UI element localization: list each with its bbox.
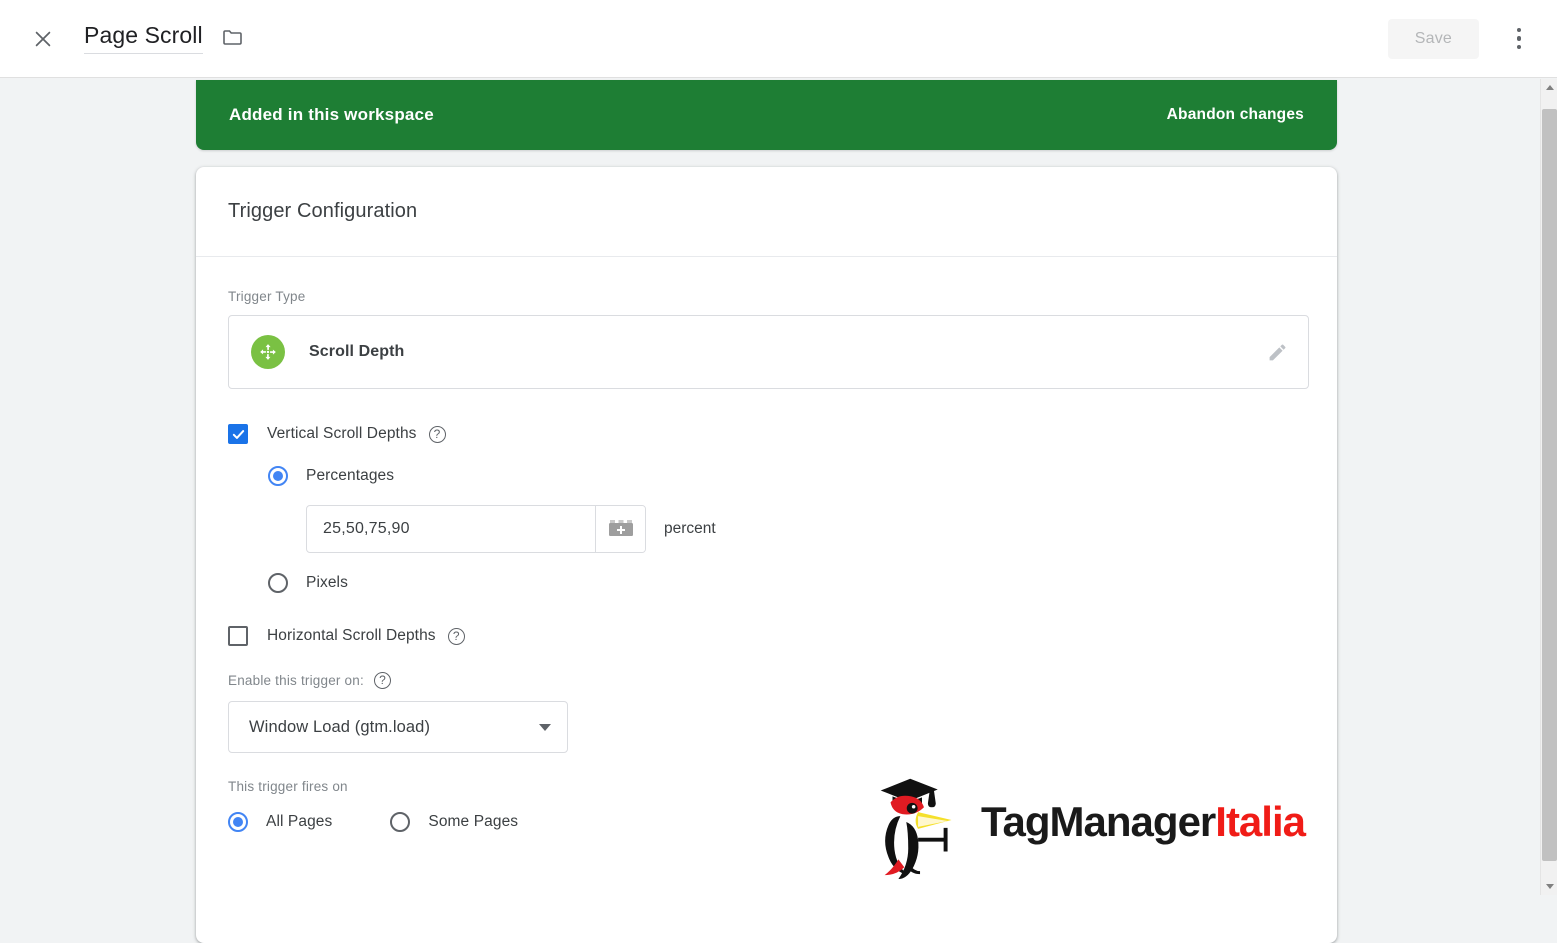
logo-text-red: Italia	[1215, 798, 1306, 845]
logo-text-black: TagManager	[981, 798, 1216, 845]
percentages-label: Percentages	[306, 467, 395, 484]
percentages-radio[interactable]	[268, 466, 288, 486]
card-body: Trigger Type Scroll Depth Vertical Scrol…	[196, 257, 1337, 943]
enable-trigger-on-value: Window Load (gtm.load)	[249, 717, 431, 736]
title-area: Page Scroll	[84, 22, 245, 55]
logo-wordmark: TagManagerItalia	[981, 798, 1306, 845]
percentages-input[interactable]	[307, 506, 595, 552]
enable-trigger-on-row: Enable this trigger on: ?	[228, 672, 1305, 689]
percentages-value-row: percent	[306, 505, 1305, 553]
enable-trigger-on-select[interactable]: Window Load (gtm.load)	[228, 701, 568, 753]
help-icon[interactable]: ?	[428, 425, 446, 443]
workspace-banner: Added in this workspace Abandon changes	[196, 80, 1337, 150]
abandon-changes-link[interactable]: Abandon changes	[1167, 106, 1304, 124]
trigger-configuration-card: Trigger Configuration Trigger Type Scrol…	[196, 167, 1337, 943]
banner-message: Added in this workspace	[229, 105, 434, 124]
scroll-up-arrow-icon[interactable]	[1541, 79, 1557, 96]
horizontal-scroll-depths-checkbox[interactable]	[228, 626, 248, 646]
folder-icon[interactable]	[221, 25, 245, 49]
scroll-content: Added in this workspace Abandon changes …	[0, 79, 1540, 943]
topbar-actions: Save	[1387, 18, 1557, 59]
all-pages-radio[interactable]	[228, 812, 248, 832]
more-vert-icon[interactable]	[1501, 21, 1537, 57]
chevron-down-icon	[539, 723, 551, 731]
help-icon[interactable]: ?	[447, 627, 465, 645]
insert-variable-icon[interactable]	[595, 506, 645, 552]
all-pages-radio-row[interactable]: All Pages	[228, 812, 332, 832]
trigger-type-value: Scroll Depth	[309, 343, 405, 360]
percent-unit-label: percent	[664, 520, 716, 537]
some-pages-radio-row[interactable]: Some Pages	[390, 812, 518, 832]
pixels-label: Pixels	[306, 574, 348, 591]
woodpecker-graduate-icon	[880, 778, 952, 880]
close-icon[interactable]	[26, 22, 60, 56]
card-header: Trigger Configuration	[196, 167, 1337, 257]
pencil-icon[interactable]	[1266, 340, 1290, 364]
vertical-scroll-depths-checkbox[interactable]	[228, 424, 248, 444]
horizontal-scroll-depths-label: Horizontal Scroll Depths	[267, 627, 436, 644]
enable-trigger-on-label: Enable this trigger on:	[228, 673, 364, 688]
vertical-scrollbar[interactable]	[1540, 79, 1557, 895]
top-app-bar: Page Scroll Save	[0, 0, 1557, 78]
horizontal-scroll-depths-row[interactable]: Horizontal Scroll Depths ?	[228, 626, 1305, 646]
pixels-radio-row[interactable]: Pixels	[268, 573, 1305, 593]
scroll-down-arrow-icon[interactable]	[1541, 878, 1557, 895]
percentages-input-group	[306, 505, 646, 553]
some-pages-label: Some Pages	[428, 813, 519, 830]
save-button[interactable]: Save	[1387, 18, 1479, 59]
scrollbar-thumb[interactable]	[1542, 109, 1557, 861]
all-pages-label: All Pages	[266, 813, 333, 830]
tagmanageritalia-logo: TagManagerItalia	[863, 763, 1306, 881]
help-icon[interactable]: ?	[373, 672, 391, 689]
percentages-radio-row[interactable]: Percentages	[268, 466, 1305, 486]
pixels-radio[interactable]	[268, 573, 288, 593]
trigger-type-selector[interactable]: Scroll Depth	[228, 315, 1309, 389]
vertical-scroll-depths-label: Vertical Scroll Depths	[267, 425, 417, 442]
vertical-scroll-depths-row[interactable]: Vertical Scroll Depths ?	[228, 424, 1305, 444]
trigger-name-input[interactable]: Page Scroll	[84, 22, 203, 55]
some-pages-radio[interactable]	[390, 812, 411, 832]
page-title: Trigger Configuration	[228, 200, 418, 222]
trigger-type-label: Trigger Type	[228, 289, 306, 304]
scroll-depth-move-icon	[251, 335, 285, 369]
